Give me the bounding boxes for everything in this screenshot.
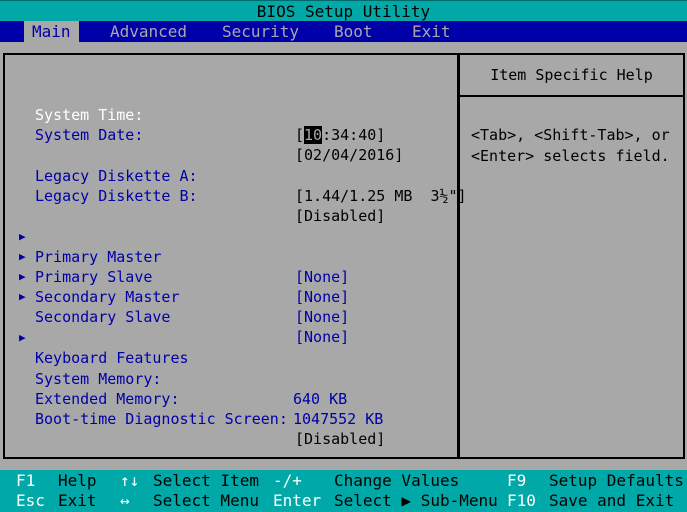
key-enter-desc: Select ▶ Sub-Menu — [334, 491, 498, 510]
key-f10: F10 — [507, 491, 536, 510]
key-legend-footer: F1 Help ↑↓ Select Item -/+ Change Values… — [0, 470, 687, 512]
key-leftright-icon: ↔ — [120, 491, 130, 510]
secondary-slave-value: [None] — [295, 328, 350, 346]
key-f9: F9 — [507, 471, 527, 490]
diskette-b-value[interactable]: [Disabled] — [295, 206, 385, 226]
key-esc-desc: Exit — [58, 491, 97, 510]
diskette-b-label: Legacy Diskette B: — [35, 187, 198, 205]
help-text: <Tab>, <Shift-Tab>, or <Enter> selects f… — [471, 126, 670, 165]
help-panel: Item Specific Help <Tab>, <Shift-Tab>, o… — [458, 53, 685, 459]
tab-main[interactable]: Main — [24, 21, 79, 42]
key-enter: Enter — [273, 491, 322, 510]
submenu-keyboard-features[interactable]: ▶ Keyboard Features — [5, 308, 189, 367]
key-f1: F1 — [16, 471, 36, 490]
keyboard-features-label: Keyboard Features — [35, 349, 189, 367]
time-hour-field[interactable]: 10 — [304, 126, 323, 144]
extended-memory-value: 1047552 KB — [293, 410, 384, 428]
primary-master-value: [None] — [295, 268, 350, 286]
boot-diagnostic-label: Boot-time Diagnostic Screen: — [35, 410, 288, 428]
setting-system-time[interactable]: System Time: [10:34:40] — [5, 85, 385, 144]
submenu-primary-master[interactable]: ▶ Primary Master [None] — [5, 207, 349, 286]
system-time-value[interactable]: [10:34:40] — [295, 125, 385, 145]
key-leftright-desc: Select Menu — [153, 491, 259, 510]
submenu-arrow-icon: ▶ — [19, 290, 26, 303]
system-memory-label: System Memory: — [35, 370, 162, 388]
key-updown-desc: Select Item — [153, 471, 259, 490]
info-extended-memory: Extended Memory: 1047552 KB — [5, 369, 383, 428]
setting-diskette-a[interactable]: Legacy Diskette A: [1.44/1.25 MB 3½"] — [5, 146, 467, 205]
primary-master-label: Primary Master — [35, 248, 162, 266]
tab-security[interactable]: Security — [214, 21, 307, 42]
diskette-a-value[interactable]: [1.44/1.25 MB 3½"] — [295, 186, 467, 206]
system-memory-value: 640 KB — [293, 390, 348, 408]
key-f10-desc: Save and Exit — [549, 491, 675, 510]
setting-system-date[interactable]: System Date: [02/04/2016] — [5, 105, 403, 164]
submenu-arrow-icon: ▶ — [19, 331, 26, 344]
secondary-master-label: Secondary Master — [35, 288, 180, 306]
submenu-secondary-master[interactable]: ▶ Secondary Master [None] — [5, 247, 349, 326]
system-date-label: System Date: — [35, 126, 144, 144]
key-f1-desc: Help — [58, 471, 97, 490]
setting-diskette-b[interactable]: Legacy Diskette B: [Disabled] — [5, 166, 385, 225]
key-f9-desc: Setup Defaults — [549, 471, 684, 490]
bracket: [ — [295, 126, 305, 144]
key-minus-plus: -/+ — [273, 471, 302, 490]
diskette-a-label: Legacy Diskette A: — [35, 167, 198, 185]
settings-panel: System Time: [10:34:40] System Date: [02… — [3, 53, 467, 459]
key-updown-icon: ↑↓ — [120, 471, 140, 490]
tab-advanced[interactable]: Advanced — [102, 21, 195, 42]
primary-slave-value: [None] — [295, 288, 350, 306]
extended-memory-label: Extended Memory: — [35, 390, 180, 408]
secondary-slave-label: Secondary Slave — [35, 308, 171, 326]
system-date-value[interactable]: [02/04/2016] — [295, 145, 403, 165]
secondary-master-value: [None] — [295, 308, 350, 326]
key-esc: Esc — [16, 491, 45, 510]
time-rest: :34:40] — [322, 126, 386, 144]
tab-boot[interactable]: Boot — [326, 21, 381, 42]
info-system-memory: System Memory: 640 KB — [5, 349, 347, 408]
menu-bar: Main Advanced Security Boot Exit — [0, 21, 687, 42]
submenu-primary-slave[interactable]: ▶ Primary Slave [None] — [5, 227, 349, 306]
submenu-secondary-slave[interactable]: ▶ Secondary Slave [None] — [5, 267, 349, 346]
setting-boot-diagnostic[interactable]: Boot-time Diagnostic Screen: [Disabled] — [5, 389, 385, 448]
key-minus-plus-desc: Change Values — [334, 471, 460, 490]
window-title: BIOS Setup Utility — [0, 0, 687, 22]
help-title: Item Specific Help — [460, 55, 683, 97]
tab-exit[interactable]: Exit — [404, 21, 459, 42]
boot-diagnostic-value[interactable]: [Disabled] — [295, 429, 385, 449]
primary-slave-label: Primary Slave — [35, 268, 153, 286]
system-time-label: System Time: — [35, 106, 144, 124]
